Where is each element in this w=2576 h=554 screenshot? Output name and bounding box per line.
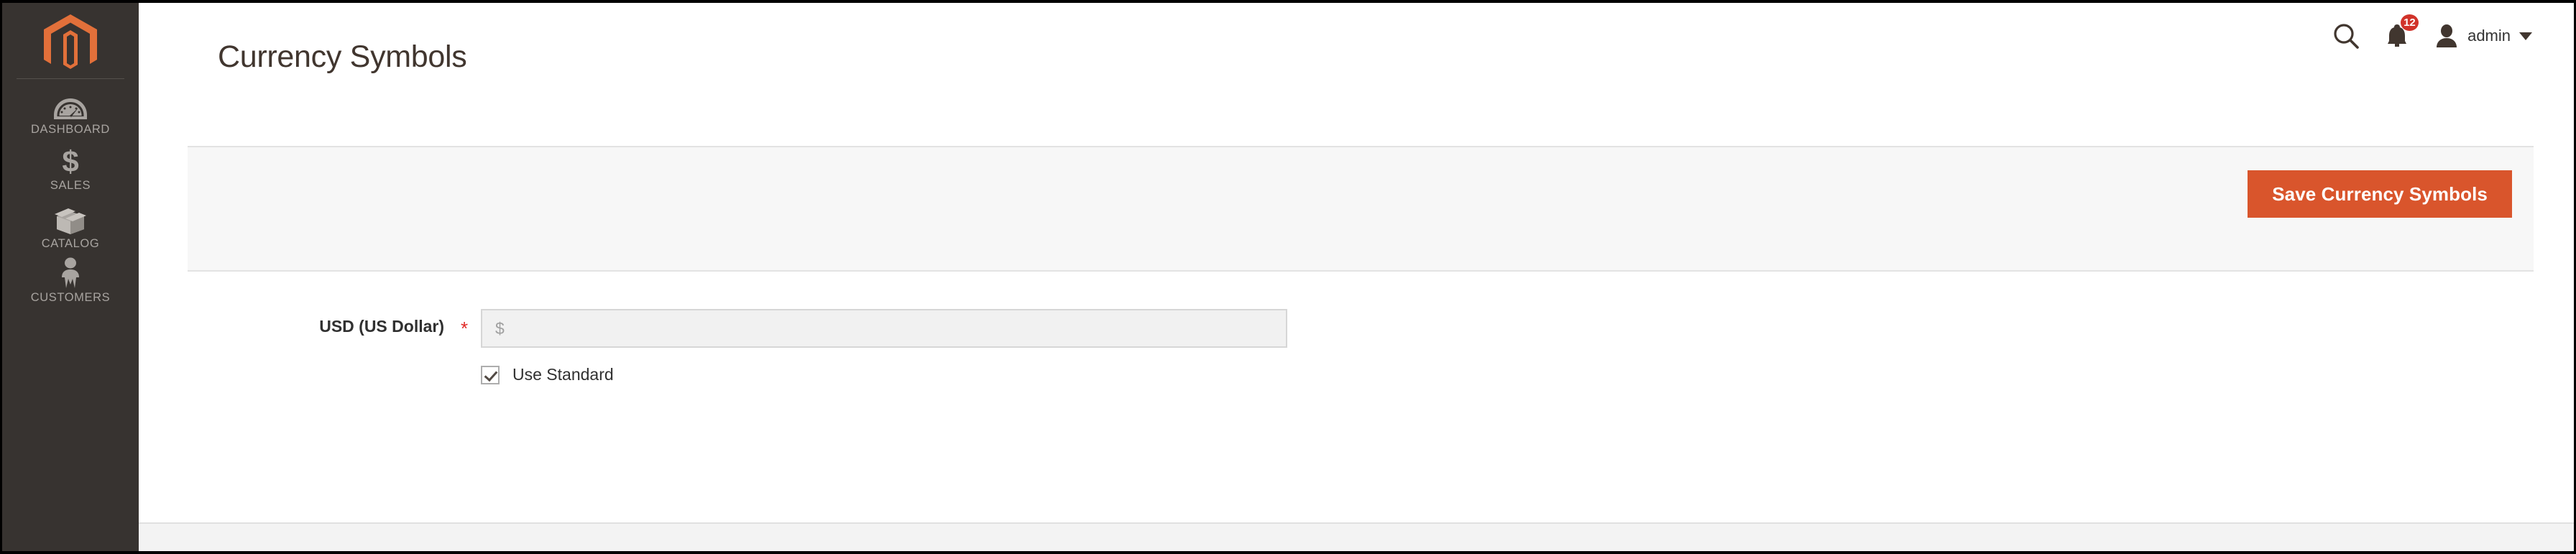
sidebar-item-customers[interactable]: CUSTOMERS <box>2 256 139 305</box>
notifications-button[interactable]: 12 <box>2386 14 2419 49</box>
sidebar-item-sales[interactable]: $ SALES <box>2 144 139 193</box>
usd-symbol-input[interactable] <box>481 309 1287 348</box>
notification-count-badge: 12 <box>2401 14 2419 31</box>
user-name-label: admin <box>2467 27 2511 45</box>
chevron-down-icon <box>2519 32 2532 40</box>
sidebar-divider <box>17 78 124 79</box>
usd-field-label: USD (US Dollar) <box>319 317 444 336</box>
search-icon <box>2334 24 2359 49</box>
header-actions: 12 admin <box>2332 14 2532 55</box>
magento-logo-icon <box>44 14 97 69</box>
sidebar-item-label: DASHBOARD <box>31 123 110 136</box>
page-header: Currency Symbols 12 admin <box>139 3 2574 74</box>
sidebar-item-label: CUSTOMERS <box>30 291 111 304</box>
user-menu-button[interactable]: admin <box>2434 23 2532 49</box>
use-standard-row: Use Standard <box>481 365 614 384</box>
sales-dollar-icon: $ <box>2 144 139 177</box>
sidebar-item-label: CATALOG <box>41 237 100 250</box>
customers-person-icon <box>2 256 139 289</box>
catalog-box-icon <box>2 202 139 235</box>
currency-symbols-form: USD (US Dollar) * Use Standard <box>139 272 2574 523</box>
use-standard-label[interactable]: Use Standard <box>512 365 614 384</box>
user-avatar-icon <box>2437 24 2457 47</box>
sidebar-item-catalog[interactable]: CATALOG <box>2 202 139 251</box>
page-actions-toolbar: Save Currency Symbols <box>188 146 2534 272</box>
page-title: Currency Symbols <box>218 39 467 74</box>
dashboard-gauge-icon <box>2 88 139 121</box>
sidebar-item-dashboard[interactable]: DASHBOARD <box>2 88 139 137</box>
sidebar-nav: DASHBOARD $ SALES CATALOG CUSTOMERS <box>2 3 139 551</box>
admin-viewport: DASHBOARD $ SALES CATALOG CUSTOMERS Curr… <box>2 3 2574 551</box>
magento-logo[interactable] <box>2 10 139 79</box>
sidebar-item-label: SALES <box>50 179 91 192</box>
usd-field-row: USD (US Dollar) * <box>139 309 2574 351</box>
search-button[interactable] <box>2332 22 2360 50</box>
use-standard-checkbox[interactable] <box>481 365 500 384</box>
save-currency-symbols-button[interactable]: Save Currency Symbols <box>2248 170 2512 218</box>
window-frame: DASHBOARD $ SALES CATALOG CUSTOMERS Curr… <box>0 0 2576 554</box>
page-footer <box>139 522 2574 551</box>
svg-text:$: $ <box>62 145 78 177</box>
required-asterisk: * <box>461 318 469 339</box>
